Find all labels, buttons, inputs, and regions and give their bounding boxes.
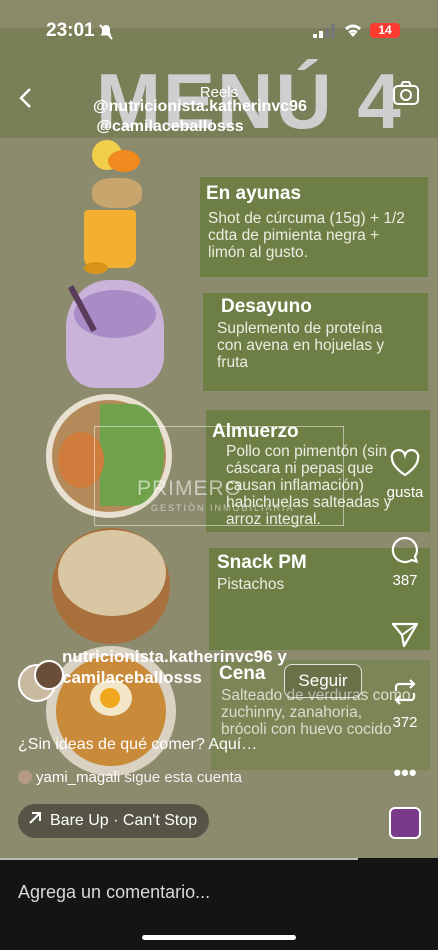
- repost-icon: [390, 679, 420, 711]
- follower-note: yami_magali sigue esta cuenta: [18, 769, 242, 786]
- repost-count: 372: [392, 714, 418, 731]
- camera-icon[interactable]: [392, 80, 420, 111]
- repost-button[interactable]: 372: [382, 677, 428, 731]
- follower-name[interactable]: yami_magali: [36, 769, 120, 786]
- comment-icon: [390, 536, 420, 569]
- progress-bar: [0, 858, 358, 860]
- comment-input[interactable]: Agrega un comentario...: [18, 882, 210, 903]
- audio-thumbnail[interactable]: [389, 807, 421, 839]
- post-author-handle-1: @nutricionista.katherinvc96: [93, 98, 307, 115]
- meal-title: En ayunas: [206, 183, 302, 204]
- comment-count: 387: [392, 572, 418, 589]
- avatar-secondary[interactable]: [34, 660, 64, 690]
- meal-card-ayunas: En ayunas Shot de cúrcuma (15g) + 1/2 cd…: [200, 177, 428, 277]
- like-count: gusta: [386, 484, 424, 501]
- meal-title: Snack PM: [217, 552, 307, 573]
- battery-level-badge: 14: [370, 23, 400, 38]
- reels-header: Reels @nutricionista.katherinvc96 @camil…: [0, 80, 438, 140]
- watermark-brand: PRIMERO: [137, 477, 243, 500]
- meal-title: Desayuno: [221, 296, 312, 317]
- reel-caption[interactable]: ¿Sin ideas de qué comer? Aquí…: [18, 736, 257, 754]
- send-icon: [391, 622, 419, 652]
- wifi-icon: [343, 22, 363, 43]
- follower-text: sigue esta cuenta: [124, 769, 242, 786]
- post-author-handle-2: @camilaceballosss: [96, 118, 244, 135]
- arrow-up-right-icon: [28, 804, 42, 838]
- comment-button[interactable]: 387: [382, 535, 428, 589]
- meal-text: Suplemento de proteína con avena en hoju…: [217, 320, 385, 371]
- meal-card-desayuno: Desayuno Suplemento de proteína con aven…: [203, 293, 428, 391]
- watermark-logo: PRIMERO GESTIÓN INMOBILIARIA: [94, 426, 344, 526]
- meal-text: Shot de cúrcuma (15g) + 1/2 cdta de pimi…: [208, 210, 405, 261]
- share-button[interactable]: [382, 620, 428, 653]
- music-label: Bare Up · Can't Stop: [50, 812, 198, 829]
- watermark-subtitle: GESTIÓN INMOBILIARIA: [151, 503, 295, 513]
- cellular-signal-icon: [313, 24, 335, 43]
- more-options-button[interactable]: •••: [382, 760, 428, 786]
- status-bar: 23:01 14: [0, 0, 438, 58]
- home-indicator: [142, 935, 296, 940]
- follower-avatar: [18, 770, 32, 784]
- follow-button[interactable]: Seguir: [284, 664, 362, 698]
- comment-bar: Agrega un comentario...: [0, 858, 438, 950]
- more-dots-icon: •••: [393, 760, 417, 785]
- reels-screen: MENÚ 4 En ayunas Shot de cúrcuma (15g) +…: [0, 0, 438, 950]
- music-pill[interactable]: Bare Up · Can't Stop: [18, 804, 210, 838]
- like-button[interactable]: gusta: [382, 448, 428, 501]
- status-time: 23:01: [46, 20, 95, 41]
- reel-author-names[interactable]: nutricionista.katherinvc96 y camilacebal…: [62, 646, 292, 688]
- silent-bell-icon: [98, 24, 114, 45]
- heart-icon: [390, 448, 420, 481]
